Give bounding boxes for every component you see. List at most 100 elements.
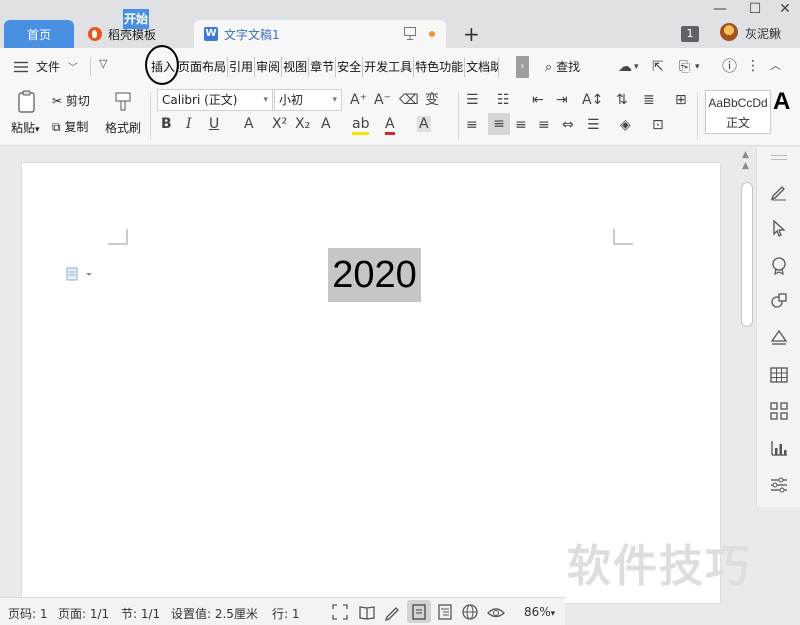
justify-icon[interactable]: ≡ [538,117,550,133]
edit-mode-icon[interactable] [384,603,402,621]
reading-mode-icon[interactable] [358,603,376,621]
status-page-number[interactable]: 页码: 1 [8,605,48,622]
tab-chapter[interactable]: 章节 [309,57,337,77]
page-view-icon[interactable] [410,603,428,621]
fullscreen-icon[interactable] [331,603,349,621]
ribbon-scroll-right-button[interactable]: › [516,56,529,78]
align-left-icon[interactable]: ≡ [466,117,478,133]
maximize-button[interactable]: ☐ [745,0,765,18]
apps-grid-icon[interactable] [769,401,789,421]
superscript-icon[interactable]: X² [272,116,287,132]
share-icon[interactable]: ⇱ [652,59,664,75]
new-tab-button[interactable]: + [463,22,480,46]
strikethrough-icon[interactable]: A [244,116,254,132]
line-spacing-icon[interactable]: ≣ [643,92,655,108]
style-heading-preview[interactable]: A [773,88,790,116]
outline-view-icon[interactable] [436,603,454,621]
edit-pen-icon[interactable] [769,181,789,201]
cursor-select-icon[interactable] [769,218,789,238]
close-button[interactable]: ✕ [775,0,795,18]
font-color-icon[interactable]: A [385,116,395,135]
settings-sliders-icon[interactable] [769,475,789,495]
status-setting-value[interactable]: 设置值: 2.5厘米 [171,605,258,622]
tab-references[interactable]: 引用 [228,57,256,77]
tab-document[interactable]: W 文字文稿1 [194,20,446,48]
chevron-down-icon[interactable]: ▾ [634,59,639,75]
export-icon[interactable]: ⎘ [679,59,690,75]
document-text-selected[interactable]: 2020 [328,248,421,302]
status-line[interactable]: 行: 1 [272,605,300,622]
monitor-icon[interactable] [404,27,416,41]
eye-protection-icon[interactable] [487,603,505,621]
distribute-icon[interactable]: ⇔ [562,117,574,133]
status-section[interactable]: 节: 1/1 [121,605,160,622]
format-painter-button[interactable]: 格式刷 [105,119,141,136]
borders-icon[interactable]: ⊡ [652,117,664,133]
chevron-down-icon[interactable]: ▾ [695,59,700,75]
fill-color-icon[interactable]: ◈ [620,117,631,133]
numbered-list-icon[interactable]: ☷ [497,92,510,108]
file-menu[interactable]: 文件 ﹀ [36,57,78,77]
paste-icon[interactable] [15,90,39,114]
character-shading-icon[interactable]: A [417,116,431,132]
tab-page-layout[interactable]: 页面布局 [177,57,229,77]
tab-home[interactable]: 首页 [4,20,74,48]
cut-button[interactable]: ✂ 剪切 [52,92,90,109]
bold-icon[interactable]: B [161,116,172,132]
paragraph-layout-icon[interactable] [66,267,94,281]
tab-document-assistant[interactable]: 文档助 [465,57,500,77]
help-icon[interactable]: ⓘ [722,58,737,74]
italic-icon[interactable]: I [186,116,192,132]
minimize-button[interactable]: — [710,0,730,18]
tab-developer[interactable]: 开发工具 [363,57,415,77]
bullet-list-icon[interactable]: ☰ [466,92,479,108]
align-right-icon[interactable]: ≡ [515,117,527,133]
quick-access-dropdown-icon[interactable]: ▽ [99,57,107,70]
table-border-icon[interactable]: ⊞ [675,92,687,108]
web-view-icon[interactable] [461,603,479,621]
increase-indent-icon[interactable]: ⇥ [556,92,568,108]
tab-view[interactable]: 视图 [282,57,310,77]
phonetic-guide-icon[interactable]: 变 [425,92,439,108]
tab-security[interactable]: 安全 [336,57,364,77]
align-center-icon[interactable]: ≡ [488,113,510,135]
highlight-icon[interactable]: ab [352,116,370,135]
username[interactable]: 灰泥鳅 [745,25,781,42]
chart-icon[interactable] [769,438,789,458]
search-button[interactable]: ⌕ 查找 [545,57,580,77]
sort-icon[interactable]: ⇅ [616,92,628,108]
tab-start[interactable]: 开始 [123,9,149,29]
style-normal-preview[interactable]: AaBbCcDd 正文 [705,90,771,134]
collapse-ribbon-icon[interactable]: ︿ [770,58,781,74]
font-name-select[interactable]: Calibri (正文) ▾ [157,89,273,111]
subscript-icon[interactable]: X₂ [295,116,310,132]
scroll-top-icon[interactable]: ▲ [742,150,749,160]
underline-icon[interactable]: U [209,116,219,132]
clear-format-icon[interactable]: ⌫ [399,92,419,108]
cloud-sync-icon[interactable]: ☁ [618,59,632,75]
vertical-scrollbar[interactable]: ▲ ▲ [740,147,756,595]
scroll-up-icon[interactable]: ▲ [742,161,749,171]
increase-font-icon[interactable]: A⁺ [350,92,367,108]
layers-icon[interactable] [769,328,789,348]
table-icon[interactable] [769,365,789,385]
font-size-select[interactable]: 小初 ▾ [274,89,342,111]
zoom-level[interactable]: 86%▾ [524,605,555,619]
paste-button[interactable]: 粘贴▾ [11,119,40,136]
tab-special-features[interactable]: 特色功能 [414,57,466,77]
text-direction-icon[interactable]: A↕ [582,92,603,108]
scrollbar-thumb[interactable] [741,182,753,327]
status-pages[interactable]: 页面: 1/1 [58,605,109,622]
decrease-font-icon[interactable]: A⁻ [374,92,391,108]
format-painter-icon[interactable] [112,90,134,112]
menu-hamburger-icon[interactable] [14,61,28,73]
copy-button[interactable]: ⧉ 复制 [52,118,88,135]
paragraph-spacing-icon[interactable]: ☰ [587,117,600,133]
shapes-icon[interactable] [769,291,789,311]
decrease-indent-icon[interactable]: ⇤ [532,92,544,108]
badge-icon[interactable] [769,255,789,275]
tab-review[interactable]: 审阅 [255,57,283,77]
notification-badge[interactable]: 1 [681,26,699,42]
avatar[interactable] [720,23,738,41]
text-effect-icon[interactable]: A [321,116,331,132]
